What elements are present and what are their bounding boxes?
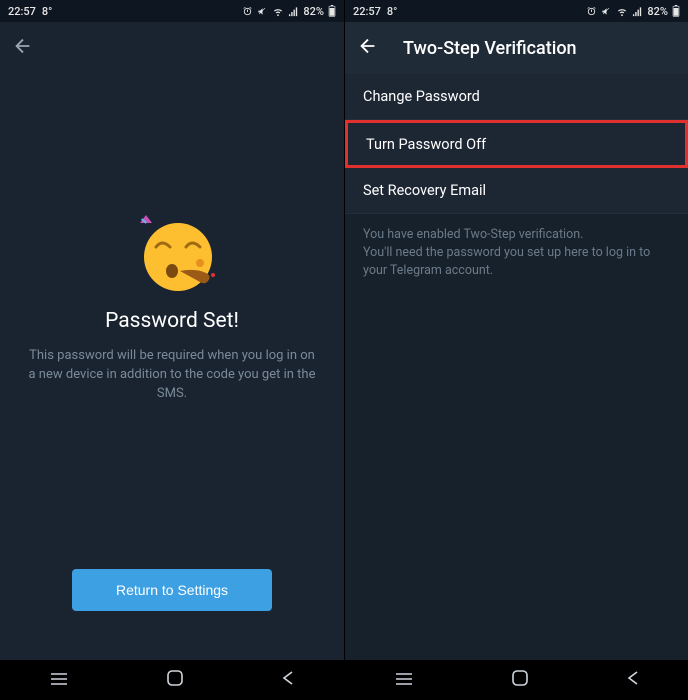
battery-percent: 82% xyxy=(303,5,324,18)
set-recovery-email-row[interactable]: Set Recovery Email xyxy=(345,168,688,214)
nav-bar xyxy=(0,660,344,700)
page-title: Password Set! xyxy=(105,309,239,333)
recents-button[interactable] xyxy=(394,671,414,690)
home-button[interactable] xyxy=(511,669,529,691)
alarm-icon xyxy=(242,6,253,17)
page-description: This password will be required when you … xyxy=(28,347,316,404)
status-temp: 8° xyxy=(387,5,397,18)
back-button[interactable] xyxy=(626,670,640,690)
header-left xyxy=(0,22,344,74)
battery-icon xyxy=(328,5,336,17)
mute-icon xyxy=(257,6,268,17)
back-button[interactable] xyxy=(281,670,295,690)
status-bar: 22:57 8° 82% xyxy=(345,0,688,22)
phone-right: 22:57 8° 82% Two-Step Verifica xyxy=(344,0,688,700)
content-area: Password Set! This password will be requ… xyxy=(0,74,344,660)
change-password-row[interactable]: Change Password xyxy=(345,74,688,120)
info-text: You have enabled Two-Step verification. … xyxy=(345,214,688,660)
wifi-icon xyxy=(272,6,284,17)
return-to-settings-button[interactable]: Return to Settings xyxy=(72,569,272,611)
phone-left: 22:57 8° 82% xyxy=(0,0,344,700)
page-title: Two-Step Verification xyxy=(403,38,577,59)
battery-icon xyxy=(672,5,680,17)
status-time: 22:57 xyxy=(8,5,36,18)
nav-bar xyxy=(345,660,688,700)
recents-button[interactable] xyxy=(49,671,69,690)
wifi-icon xyxy=(616,6,628,17)
party-emoji-icon xyxy=(136,209,208,281)
home-button[interactable] xyxy=(166,669,184,691)
battery-percent: 82% xyxy=(647,5,668,18)
back-arrow-icon[interactable] xyxy=(357,35,379,61)
signal-icon xyxy=(288,6,299,17)
settings-list: Change Password Turn Password Off Set Re… xyxy=(345,74,688,660)
status-temp: 8° xyxy=(42,5,52,18)
turn-password-off-row[interactable]: Turn Password Off xyxy=(345,120,688,168)
back-arrow-icon[interactable] xyxy=(12,35,34,61)
status-time: 22:57 xyxy=(353,5,381,18)
signal-icon xyxy=(632,6,643,17)
alarm-icon xyxy=(586,6,597,17)
mute-icon xyxy=(601,6,612,17)
header-right: Two-Step Verification xyxy=(345,22,688,74)
status-bar: 22:57 8° 82% xyxy=(0,0,344,22)
